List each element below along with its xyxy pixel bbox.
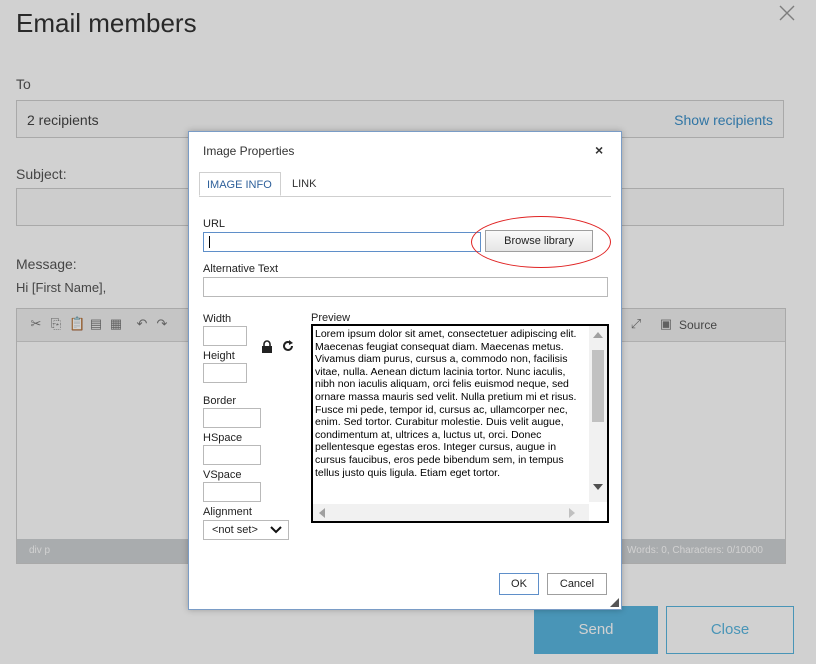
tab-link[interactable]: LINK — [285, 172, 327, 196]
width-label: Width — [203, 313, 232, 325]
hspace-input[interactable] — [203, 445, 261, 465]
lock-ratio-icon[interactable] — [261, 340, 273, 354]
preview-label: Preview — [311, 312, 351, 324]
alt-text-input[interactable] — [203, 277, 608, 297]
dialog-close-icon[interactable]: × — [595, 142, 603, 158]
alignment-value: <not set> — [212, 524, 258, 536]
highlight-annotation — [471, 216, 611, 268]
text-caret — [209, 236, 210, 248]
alignment-select[interactable]: <not set> — [203, 520, 289, 540]
border-label: Border — [203, 395, 237, 407]
url-label: URL — [203, 218, 226, 230]
tab-divider — [199, 196, 611, 197]
reset-size-icon[interactable] — [281, 339, 295, 353]
height-label: Height — [203, 350, 235, 362]
preview-horizontal-scrollbar[interactable] — [313, 504, 589, 521]
width-input[interactable] — [203, 326, 247, 346]
preview-vertical-scrollbar[interactable] — [589, 326, 607, 502]
preview-text: Lorem ipsum dolor sit amet, consectetuer… — [315, 328, 577, 479]
image-properties-dialog: Image Properties × IMAGE INFO LINK URL B… — [188, 131, 622, 610]
scroll-right-icon[interactable] — [569, 508, 575, 518]
alt-text-label: Alternative Text — [203, 263, 279, 275]
tab-image-info[interactable]: IMAGE INFO — [199, 172, 281, 196]
url-input[interactable] — [203, 232, 481, 252]
height-input[interactable] — [203, 363, 247, 383]
scroll-up-icon[interactable] — [593, 332, 603, 338]
ok-button[interactable]: OK — [499, 573, 539, 595]
scroll-down-icon[interactable] — [593, 484, 603, 490]
vspace-input[interactable] — [203, 482, 261, 502]
hspace-label: HSpace — [203, 432, 243, 444]
border-input[interactable] — [203, 408, 261, 428]
dialog-title: Image Properties — [203, 144, 295, 158]
cancel-button[interactable]: Cancel — [547, 573, 607, 595]
preview-pane: Lorem ipsum dolor sit amet, consectetuer… — [311, 324, 609, 523]
scroll-thumb[interactable] — [592, 350, 604, 422]
chevron-down-icon — [270, 523, 282, 535]
vspace-label: VSpace — [203, 469, 242, 481]
resize-grip-icon[interactable] — [610, 598, 619, 607]
scroll-left-icon[interactable] — [319, 508, 325, 518]
alignment-label: Alignment — [203, 506, 252, 518]
